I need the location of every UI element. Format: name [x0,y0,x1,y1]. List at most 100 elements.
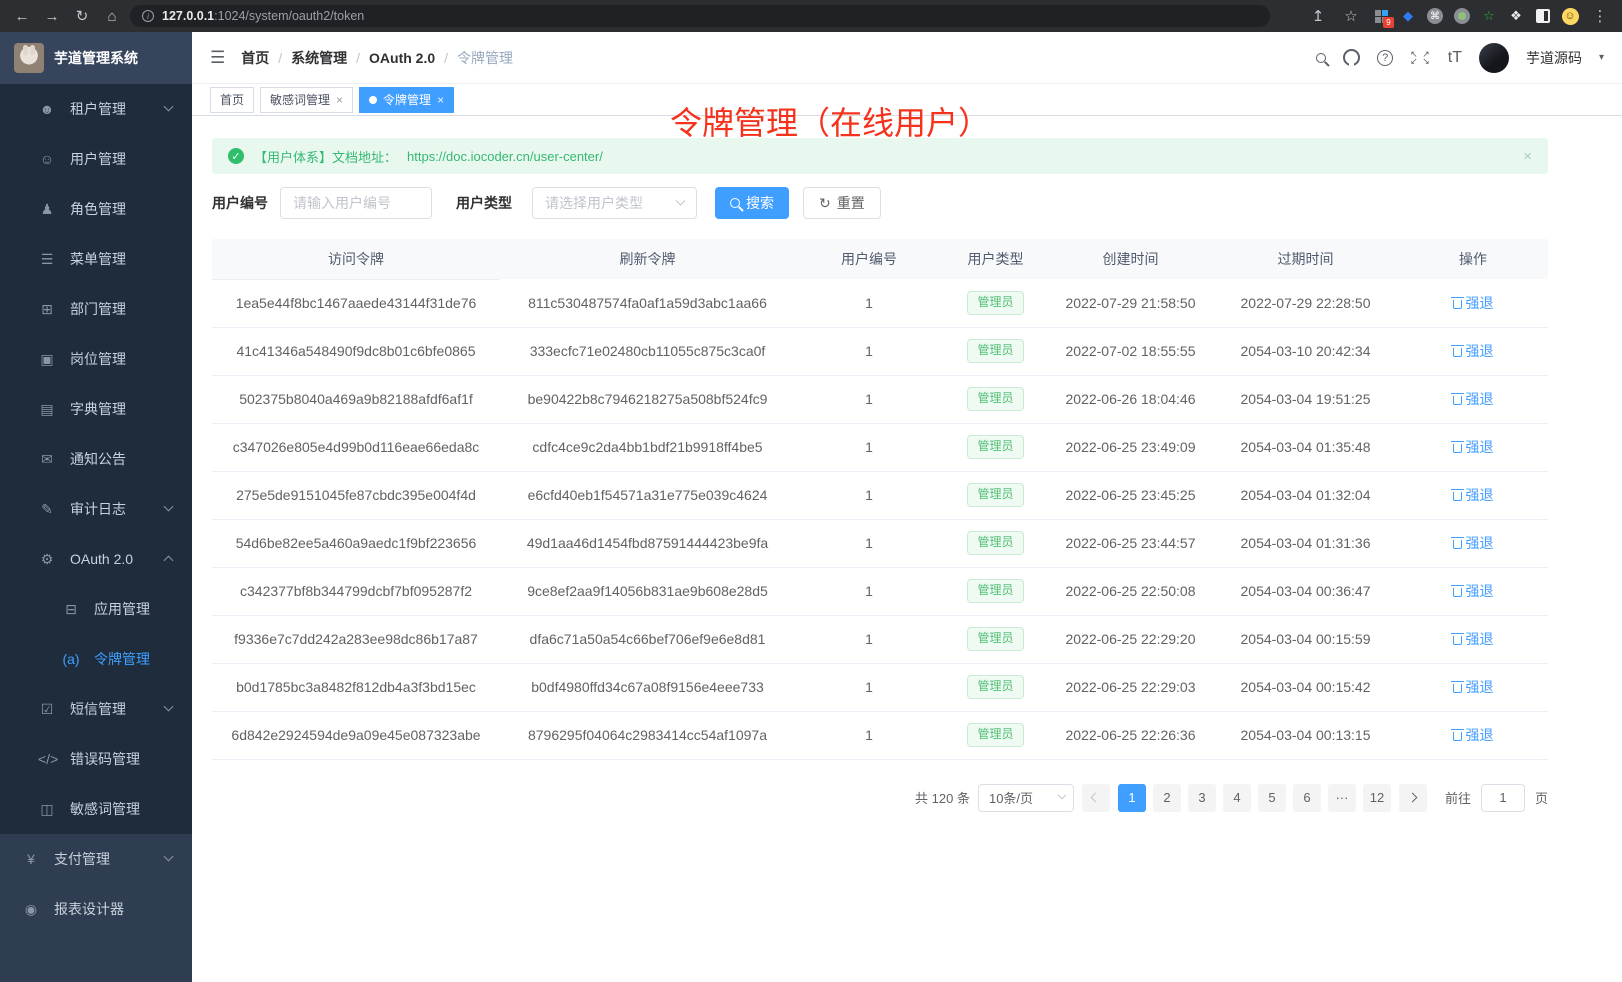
extension-cmd-icon[interactable]: ⌘ [1426,7,1444,25]
browser-reload-button[interactable]: ↻ [70,4,94,28]
create-time-cell: 2022-06-25 23:45:25 [1048,471,1213,519]
table-row: 275e5de9151045fe87cbdc395e004f4d e6cfd40… [212,471,1548,519]
page-size-select[interactable]: 10条/页 [978,784,1074,812]
user-type-select[interactable]: 请选择用户类型 [532,187,697,219]
page-number-button[interactable]: 12 [1363,784,1391,812]
tab-home[interactable]: 首页 [210,87,254,113]
browser-back-button[interactable]: ← [10,4,34,28]
user-type-badge: 管理员 [967,723,1023,747]
access-token-cell: 1ea5e44f8bc1467aaede43144f31de76 [212,279,500,327]
force-logout-button[interactable]: 强退 [1453,533,1494,553]
sidebar-item[interactable]: ✎ 审计日志 [0,484,192,534]
address-bar[interactable]: i 127.0.0.1:1024/system/oauth2/token [130,5,1270,27]
report-designer-icon: ◉ [22,901,40,918]
sidebar-item[interactable]: ⚙ OAuth 2.0 [0,534,192,584]
table-row: 502375b8040a469a9b82188afdf6af1f be90422… [212,375,1548,423]
force-logout-button[interactable]: 强退 [1453,677,1494,697]
search-button[interactable]: 搜索 [715,187,789,219]
force-logout-button[interactable]: 强退 [1453,437,1494,457]
force-logout-button[interactable]: 强退 [1453,629,1494,649]
sidebar-item[interactable]: ☺ 用户管理 [0,134,192,184]
sidebar-item[interactable]: ⊞ 部门管理 [0,284,192,334]
profile-emoji-icon[interactable]: ☺ [1561,7,1579,25]
actions-cell: 强退 [1398,423,1548,471]
page-number-button[interactable]: 5 [1258,784,1286,812]
sidebar-item[interactable]: ◉ 报表设计器 [0,884,192,934]
page-info-icon[interactable]: i [142,10,154,22]
reader-mode-icon[interactable] [1534,7,1552,25]
username[interactable]: 芋道源码 [1526,48,1582,68]
extension-record-icon[interactable] [1453,7,1471,25]
caret-down-icon[interactable]: ▾ [1599,52,1604,63]
page-number-button[interactable]: 3 [1188,784,1216,812]
doc-link[interactable]: https://doc.iocoder.cn/user-center/ [407,149,603,164]
expire-time-cell: 2054-03-10 20:42:34 [1213,327,1398,375]
close-icon[interactable]: × [336,93,343,107]
col-create-time: 创建时间 [1048,239,1213,279]
sms-icon: ☑ [38,701,56,718]
force-logout-button[interactable]: 强退 [1453,485,1494,505]
search-icon[interactable] [1316,53,1326,63]
extension-star-icon[interactable]: ☆ [1480,7,1498,25]
text-size-icon[interactable]: tT [1448,49,1462,67]
sidebar-item[interactable]: ▤ 字典管理 [0,384,192,434]
tenant-icon: ☻ [38,101,56,117]
sidebar-item[interactable]: </> 错误码管理 [0,734,192,784]
alert-close-icon[interactable]: × [1523,148,1532,165]
force-logout-button[interactable]: 强退 [1453,293,1494,313]
extension-grid-icon[interactable]: 9 [1372,7,1390,25]
breadcrumb-home[interactable]: 首页 [241,48,269,68]
browser-forward-button[interactable]: → [40,4,64,28]
share-icon[interactable]: ↥ [1306,4,1330,28]
extension-gem-icon[interactable]: ◆ [1399,7,1417,25]
app-logo-bar: 芋道管理系统 [0,32,192,84]
sidebar-item[interactable]: ☻ 租户管理 [0,84,192,134]
refresh-icon: ↻ [819,195,831,212]
sidebar-item[interactable]: ✉ 通知公告 [0,434,192,484]
force-logout-button[interactable]: 强退 [1453,341,1494,361]
user-avatar[interactable] [1479,43,1509,73]
browser-home-button[interactable]: ⌂ [100,4,124,28]
sidebar-item[interactable]: ▣ 岗位管理 [0,334,192,384]
actions-cell: 强退 [1398,327,1548,375]
help-icon[interactable]: ? [1377,50,1393,66]
page-number-button[interactable]: ··· [1328,784,1356,812]
force-logout-button[interactable]: 强退 [1453,389,1494,409]
breadcrumb-system[interactable]: 系统管理 [291,48,347,68]
next-page-button[interactable] [1399,784,1427,812]
page-number-button[interactable]: 2 [1153,784,1181,812]
bookmark-star-icon[interactable]: ☆ [1339,4,1363,28]
sidebar-fold-icon[interactable]: ☰ [210,48,225,68]
sidebar-item[interactable]: ☑ 短信管理 [0,684,192,734]
page-number-button[interactable]: 4 [1223,784,1251,812]
page-number-button[interactable]: 6 [1293,784,1321,812]
access-token-cell: c342377bf8b344799dcbf7bf095287f2 [212,567,500,615]
prev-page-button[interactable] [1082,784,1110,812]
sidebar-item[interactable]: ☰ 菜单管理 [0,234,192,284]
tab-sensitive-word[interactable]: 敏感词管理× [260,87,353,113]
access-token-cell: b0d1785bc3a8482f812db4a3f3bd15ec [212,663,500,711]
breadcrumb-oauth[interactable]: OAuth 2.0 [369,50,435,66]
extensions-puzzle-icon[interactable]: ❖ [1507,7,1525,25]
close-icon[interactable]: × [437,93,444,107]
reset-button[interactable]: ↻重置 [803,187,881,219]
sidebar-item[interactable]: ♟ 角色管理 [0,184,192,234]
create-time-cell: 2022-06-25 23:49:09 [1048,423,1213,471]
tab-token-manage[interactable]: 令牌管理× [359,87,454,113]
user-type-cell: 管理员 [943,423,1048,471]
browser-menu-icon[interactable]: ⋮ [1588,4,1612,28]
sidebar-item[interactable]: ⊟ 应用管理 [0,584,192,634]
user-id-input[interactable] [280,187,432,219]
github-icon[interactable] [1343,49,1360,66]
user-type-cell: 管理员 [943,663,1048,711]
force-logout-button[interactable]: 强退 [1453,581,1494,601]
user-type-badge: 管理员 [967,531,1023,555]
goto-page-input[interactable] [1481,784,1525,812]
sidebar-item[interactable]: ◫ 敏感词管理 [0,784,192,834]
page-number-button[interactable]: 1 [1118,784,1146,812]
force-logout-button[interactable]: 强退 [1453,725,1494,745]
sidebar-item[interactable]: (a) 令牌管理 [0,634,192,684]
sidebar-item[interactable]: ¥ 支付管理 [0,834,192,884]
fullscreen-icon[interactable]: ↖ ↗↙ ↘ [1410,51,1431,65]
user-type-badge: 管理员 [967,291,1023,315]
